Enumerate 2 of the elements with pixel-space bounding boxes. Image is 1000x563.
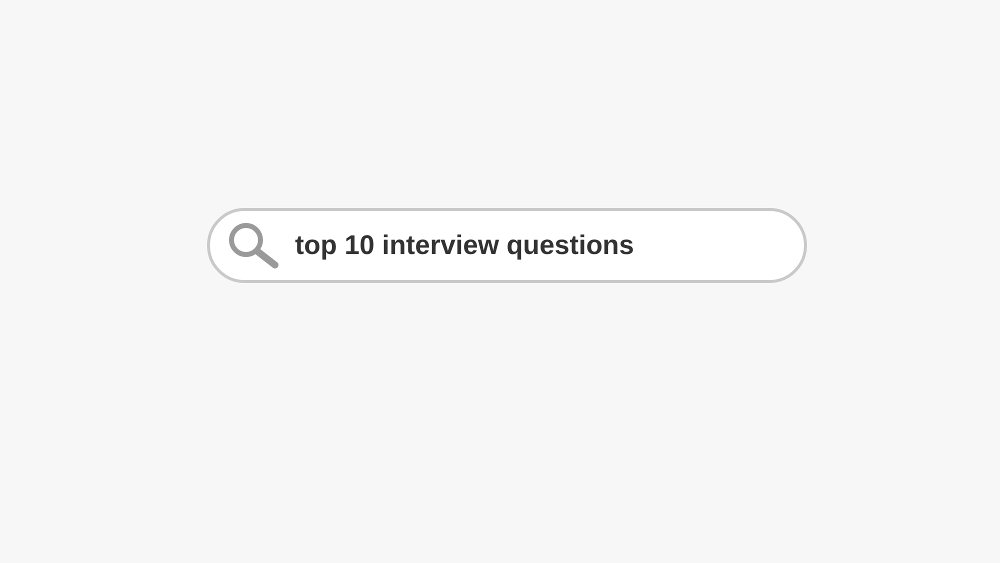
search-field[interactable]: top 10 interview questions bbox=[207, 208, 807, 283]
search-query: top 10 interview questions bbox=[295, 230, 634, 261]
